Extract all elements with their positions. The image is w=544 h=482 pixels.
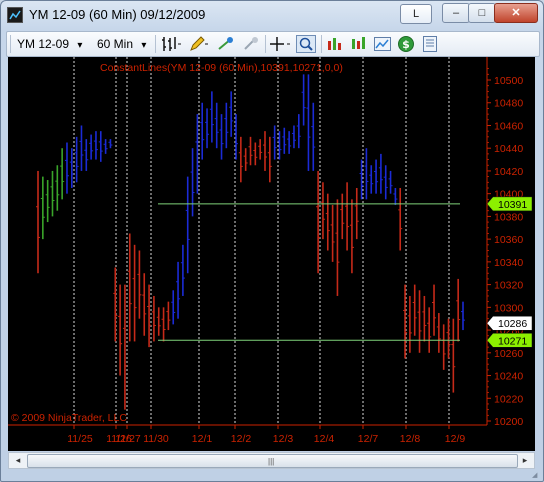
dollar-icon[interactable]: $	[397, 35, 417, 53]
zoom-icon[interactable]	[296, 35, 316, 53]
price-axis-label: 10220	[494, 393, 523, 405]
chart-canvas[interactable]: 1050010480104601044010420104001038010360…	[8, 57, 535, 451]
interval-selector[interactable]: 60 Min ▾	[97, 35, 146, 53]
time-axis-label: 11/30	[143, 433, 169, 445]
resize-grip-icon[interactable]: ◢	[532, 471, 540, 479]
crosshair-icon[interactable]	[269, 35, 293, 53]
price-chart[interactable]: 10500 10480 10460 10440 10420 10400 10380 10360…	[8, 57, 535, 451]
chevron-down-icon: ▾	[141, 40, 147, 51]
toolbar-separator	[155, 35, 156, 53]
price-axis-label: 10420	[494, 166, 523, 178]
chart-glyph-icon	[9, 10, 21, 20]
upper-line-price-label: 10391	[498, 199, 527, 211]
toolbar-separator	[321, 35, 322, 53]
price-axis-label: 10460	[494, 120, 523, 132]
price-axis-label: 10360	[494, 234, 523, 246]
instrument-selector[interactable]: YM 12-09 ▾	[17, 35, 82, 53]
price-axis-label: 10440	[494, 143, 523, 155]
time-axis-label: 12/4	[314, 433, 335, 445]
copyright-label: © 2009 NinjaTrader, LLC	[11, 412, 127, 424]
toolbar-separator	[265, 35, 266, 53]
app-chart-icon	[7, 7, 23, 23]
price-axis-label: 10300	[494, 302, 523, 314]
lower-line-price-label: 10271	[498, 335, 527, 347]
price-axis-label: 10500	[494, 75, 523, 87]
instrument-label: YM 12-09	[17, 37, 70, 51]
scroll-thumb[interactable]: |||	[27, 454, 518, 468]
horizontal-scrollbar[interactable]: ◂ ||| ▸	[8, 452, 535, 469]
time-axis-label: 12/3	[273, 433, 294, 445]
time-axis-label: 12/1	[192, 433, 213, 445]
indicator-label: ConstantLines(YM 12-09 (60 Min),10391,10…	[100, 62, 343, 74]
minimize-button[interactable]: –	[442, 3, 470, 23]
time-axis-label: 12/7	[358, 433, 379, 445]
scroll-right-icon[interactable]: ▸	[517, 453, 533, 468]
chart-window: YM 12-09 (60 Min) 09/12/2009 L – □ ✕ YM …	[0, 0, 544, 482]
properties-icon[interactable]	[373, 35, 393, 53]
bar-type-icon[interactable]	[160, 35, 182, 53]
price-axis-label: 10320	[494, 280, 523, 292]
price-axis-label: 10260	[494, 348, 523, 360]
time-axis-label: 11/25	[67, 433, 93, 445]
last-price-label: 10286	[498, 318, 527, 330]
time-axis-label: 11/27	[115, 433, 141, 445]
data-box-icon[interactable]	[421, 35, 441, 53]
indicators-icon[interactable]	[325, 35, 345, 53]
close-button[interactable]: ✕	[494, 3, 538, 23]
price-axis-label: 10480	[494, 98, 523, 110]
maximize-button[interactable]: □	[468, 3, 496, 23]
time-axis-label: 12/2	[231, 433, 252, 445]
chart-toolbar: YM 12-09 ▾ 60 Min ▾ $	[6, 31, 540, 57]
title-bar[interactable]: YM 12-09 (60 Min) 09/12/2009 L – □ ✕	[1, 1, 543, 29]
scroll-left-icon[interactable]: ◂	[10, 453, 26, 468]
price-axis-label: 10380	[494, 211, 523, 223]
interval-label: 60 Min	[97, 37, 134, 51]
link-button[interactable]: L	[400, 4, 432, 24]
price-axis-label: 10200	[494, 416, 523, 428]
chevron-down-icon: ▾	[77, 40, 83, 51]
window-title: YM 12-09 (60 Min) 09/12/2009	[29, 7, 206, 22]
time-axis-label: 12/8	[400, 433, 421, 445]
svg-text:$: $	[402, 38, 410, 51]
eraser-icon[interactable]	[241, 35, 261, 53]
price-axis-label: 10340	[494, 257, 523, 269]
toolbar-grip	[10, 35, 11, 53]
scroll-grip-icon: |||	[268, 457, 275, 466]
strategies-icon[interactable]	[349, 35, 369, 53]
time-axis-label: 12/9	[445, 433, 466, 445]
crosshair-tool-icon[interactable]	[215, 35, 237, 53]
pencil-icon[interactable]	[187, 35, 209, 53]
price-axis-label: 10240	[494, 371, 523, 383]
